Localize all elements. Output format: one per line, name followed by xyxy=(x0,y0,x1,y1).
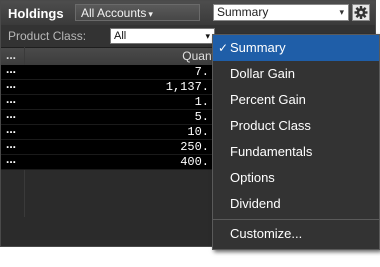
menu-item-dollar-gain[interactable]: Dollar Gain xyxy=(213,61,379,87)
menu-item-label: Dollar Gain xyxy=(230,66,296,81)
widget-header: Holdings All Accounts ▾ Summary ▾ xyxy=(1,1,375,25)
product-class-label: Product Class: xyxy=(8,29,87,43)
settings-button[interactable] xyxy=(352,4,370,21)
view-dropdown-menu: ✓ Summary Dollar Gain Percent Gain Produ… xyxy=(212,34,380,250)
quantity-cell: 10. xyxy=(187,125,209,139)
view-select-value: Summary xyxy=(217,5,269,19)
quantity-cell: 1. xyxy=(194,95,209,109)
menu-item-label: Percent Gain xyxy=(230,92,306,107)
menu-item-label: Summary xyxy=(230,40,286,55)
menu-item-summary[interactable]: ✓ Summary xyxy=(213,35,379,61)
menu-item-product-class[interactable]: Product Class xyxy=(213,113,379,139)
row-more-button[interactable]: ... xyxy=(6,92,16,106)
more-column-header: ... xyxy=(6,48,17,62)
quantity-cell: 5. xyxy=(194,110,209,124)
menu-item-percent-gain[interactable]: Percent Gain xyxy=(213,87,379,113)
menu-item-label: Options xyxy=(230,170,275,185)
quantity-cell: 1,137. xyxy=(165,80,209,94)
check-icon: ✓ xyxy=(218,41,229,55)
caret-down-icon: ▾ xyxy=(205,31,210,41)
caret-down-icon: ▾ xyxy=(339,7,344,17)
product-class-value: All xyxy=(114,30,127,42)
row-more-button[interactable]: ... xyxy=(6,77,16,91)
quantity-column-header[interactable]: Quant xyxy=(182,49,215,63)
menu-item-customize[interactable]: Customize... xyxy=(213,221,379,247)
menu-item-label: Fundamentals xyxy=(230,144,313,159)
row-more-button[interactable]: ... xyxy=(6,152,16,166)
row-more-button[interactable]: ... xyxy=(6,107,16,121)
quantity-cell: 7. xyxy=(194,65,209,79)
view-select[interactable]: Summary ▾ xyxy=(213,4,349,21)
accounts-dropdown[interactable]: All Accounts ▾ xyxy=(75,4,200,21)
caret-down-icon: ▾ xyxy=(148,9,153,19)
accounts-dropdown-label: All Accounts xyxy=(81,6,147,20)
menu-divider xyxy=(213,219,379,220)
menu-item-options[interactable]: Options xyxy=(213,165,379,191)
quantity-cell: 400. xyxy=(180,155,209,169)
product-class-select[interactable]: All ▾ xyxy=(110,28,215,44)
menu-item-label: Customize... xyxy=(230,226,303,241)
menu-item-label: Product Class xyxy=(230,118,311,133)
menu-item-label: Dividend xyxy=(230,196,281,211)
menu-item-fundamentals[interactable]: Fundamentals xyxy=(213,139,379,165)
gear-icon xyxy=(354,6,368,19)
row-more-button[interactable]: ... xyxy=(6,62,16,76)
quantity-cell: 250. xyxy=(180,140,209,154)
menu-item-dividend[interactable]: Dividend xyxy=(213,191,379,217)
holdings-widget: Holdings All Accounts ▾ Summary ▾ Produc… xyxy=(0,0,380,267)
row-more-button[interactable]: ... xyxy=(6,122,16,136)
widget-title: Holdings xyxy=(8,6,64,21)
row-more-button[interactable]: ... xyxy=(6,137,16,151)
